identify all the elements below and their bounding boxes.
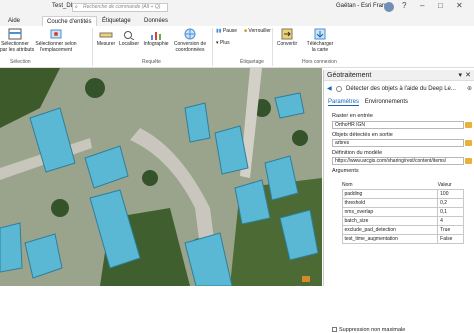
search-icon: ⌕ <box>75 4 78 10</box>
lock-icon: ■ <box>244 28 248 34</box>
arguments-table: Nom Valeur padding 100 threshold 0,2 nms_o… <box>332 182 464 244</box>
add-icon[interactable]: ⊕ <box>467 83 472 95</box>
output-label: Objets détectés en sortie <box>332 132 393 138</box>
locate-button[interactable]: Localiser <box>117 30 141 47</box>
folder-icon[interactable] <box>465 140 472 146</box>
group-label-etiquetage: Étiquetage <box>240 59 264 65</box>
measure-button[interactable]: Mesurer <box>94 30 118 47</box>
group-label-selection: Sélection <box>10 59 31 65</box>
project-name: Test_DL <box>52 3 75 9</box>
select-attributes-icon <box>8 28 22 40</box>
tab-parametres[interactable]: Paramètres <box>328 99 360 106</box>
raster-input[interactable]: OrthoHR IGN <box>332 121 464 129</box>
infographic-icon <box>151 32 161 40</box>
select-by-location-button[interactable]: Sélectionner selon l'emplacement <box>34 28 78 53</box>
nms-checkbox[interactable]: Suppression non maximale <box>332 327 405 333</box>
args-header-name: Nom <box>342 182 353 189</box>
tab-donnees[interactable]: Données <box>140 16 172 26</box>
infographic-button[interactable]: Infographie <box>142 30 170 47</box>
map-view[interactable] <box>0 68 322 286</box>
checkbox[interactable] <box>332 327 337 333</box>
args-header <box>332 182 342 189</box>
geoprocessing-title: Géotraitement ▾ ✕ <box>324 70 474 81</box>
back-icon[interactable]: ◀ <box>327 83 332 95</box>
measure-icon <box>99 32 113 38</box>
ribbon: Sélectionner par les attributs Sélection… <box>0 26 474 68</box>
table-row[interactable]: nms_overlap 0,1 <box>332 206 464 217</box>
aerial-imagery[interactable] <box>0 68 322 286</box>
select-by-attributes-button[interactable]: Sélectionner par les attributs <box>0 28 34 53</box>
tab-couche-entites[interactable]: Couche d'entités <box>42 16 97 26</box>
more-icon: ▾ <box>216 40 219 46</box>
table-row[interactable]: batch_size 4 <box>332 215 464 226</box>
ribbon-tabs: Aide Couche d'entités Étiquetage Données <box>0 14 474 26</box>
tool-title: Détecter des objets à l'aide du Deep Le.… <box>346 86 456 92</box>
folder-icon[interactable] <box>465 122 472 128</box>
geoprocessing-pane: Géotraitement ▾ ✕ ◀ Détecter des objets … <box>323 70 474 333</box>
raster-label: Raster en entrée <box>332 113 373 119</box>
table-row[interactable]: padding 100 <box>332 188 464 199</box>
select-location-icon <box>50 29 62 39</box>
group-label-hors-connexion: Hors connexion <box>302 59 337 65</box>
close-button[interactable]: ✕ <box>456 1 463 10</box>
maximize-button[interactable]: □ <box>438 1 443 10</box>
args-header-value: Valeur <box>437 182 452 189</box>
model-label: Définition du modèle <box>332 150 383 156</box>
ribbon-divider <box>92 28 93 66</box>
tool-header: ◀ Détecter des objets à l'aide du Deep L… <box>324 83 474 95</box>
download-map-icon <box>314 28 326 40</box>
tab-environnements[interactable]: Environnements <box>365 99 408 105</box>
args-label: Arguments <box>332 168 359 174</box>
tab-aide[interactable]: Aide <box>4 16 24 26</box>
avatar[interactable] <box>384 2 394 12</box>
output-input[interactable]: arbres <box>332 139 464 147</box>
coordinate-conversion-icon <box>184 28 196 40</box>
tab-etiquetage[interactable]: Étiquetage <box>98 16 135 26</box>
group-label-requete: Requête <box>142 59 161 65</box>
table-row[interactable]: exclude_pad_detection True <box>332 224 464 235</box>
pause-button[interactable]: ▮▮ Pause <box>216 28 242 34</box>
command-search-input[interactable]: ⌕ Recherche de commande (Alt + Q) <box>72 3 168 12</box>
download-map-button[interactable]: Télécharger la carte <box>302 28 338 53</box>
info-icon[interactable] <box>336 86 342 92</box>
table-row[interactable]: test_time_augmentation False <box>332 233 464 244</box>
help-button[interactable]: ? <box>402 1 406 10</box>
convert-icon <box>281 28 293 40</box>
convert-button[interactable]: Convertir <box>274 28 300 47</box>
coordinate-conversion-button[interactable]: Conversion de coordonnées <box>170 28 210 53</box>
ribbon-divider <box>212 28 213 66</box>
more-button[interactable]: ▾ Plus <box>216 40 242 46</box>
model-input[interactable]: https://www.arcgis.com/sharing/rest/cont… <box>332 157 464 165</box>
pause-icon: ▮▮ <box>216 28 222 34</box>
minimize-button[interactable]: – <box>420 1 424 10</box>
close-icon[interactable]: ✕ <box>465 70 471 81</box>
ribbon-divider <box>272 28 273 66</box>
locate-icon <box>124 31 135 40</box>
table-row[interactable]: threshold 0,2 <box>332 197 464 208</box>
tool-tabs: Paramètres Environnements <box>328 99 412 106</box>
title-bar: Test_DL ⌕ Recherche de commande (Alt + Q… <box>0 0 474 14</box>
folder-icon[interactable] <box>465 158 472 164</box>
pin-icon[interactable]: ▾ <box>458 70 462 81</box>
